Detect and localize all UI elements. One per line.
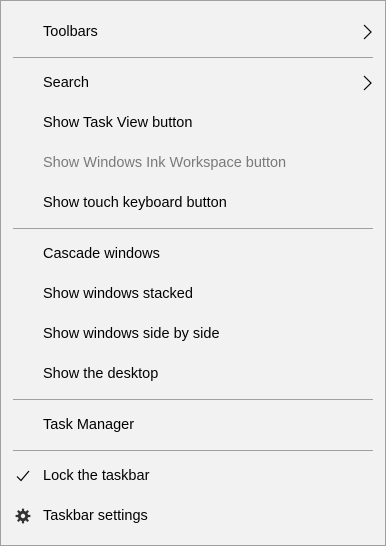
menu-item-show-desktop[interactable]: Show the desktop	[1, 354, 385, 394]
menu-item-show-touch-keyboard[interactable]: Show touch keyboard button	[1, 183, 385, 223]
chevron-right-icon	[361, 75, 373, 91]
menu-item-label: Lock the taskbar	[43, 468, 150, 484]
menu-item-lock-taskbar[interactable]: Lock the taskbar	[1, 456, 385, 496]
menu-separator	[13, 57, 373, 58]
menu-item-label: Search	[43, 75, 89, 91]
checkmark-icon	[15, 468, 31, 484]
menu-item-label: Show Windows Ink Workspace button	[43, 155, 287, 171]
menu-item-show-task-view[interactable]: Show Task View button	[1, 103, 385, 143]
menu-separator	[13, 399, 373, 400]
menu-item-label: Cascade windows	[43, 246, 160, 262]
menu-item-label: Show windows side by side	[43, 326, 220, 342]
menu-item-toolbars[interactable]: Toolbars	[1, 12, 385, 52]
menu-item-label: Show touch keyboard button	[43, 195, 227, 211]
menu-item-task-manager[interactable]: Task Manager	[1, 405, 385, 445]
menu-separator	[13, 450, 373, 451]
menu-item-show-ink-workspace: Show Windows Ink Workspace button	[1, 143, 385, 183]
menu-item-label: Task Manager	[43, 417, 135, 433]
menu-item-cascade-windows[interactable]: Cascade windows	[1, 234, 385, 274]
menu-separator	[13, 228, 373, 229]
menu-item-label: Toolbars	[43, 24, 98, 40]
menu-item-show-windows-side-by-side[interactable]: Show windows side by side	[1, 314, 385, 354]
menu-item-label: Taskbar settings	[43, 508, 148, 524]
chevron-right-icon	[361, 24, 373, 40]
menu-item-search[interactable]: Search	[1, 63, 385, 103]
menu-item-show-windows-stacked[interactable]: Show windows stacked	[1, 274, 385, 314]
menu-item-label: Show the desktop	[43, 366, 159, 382]
taskbar-context-menu: Toolbars Search Show Task View button Sh…	[0, 0, 386, 546]
menu-item-label: Show windows stacked	[43, 286, 193, 302]
menu-item-label: Show Task View button	[43, 115, 193, 131]
menu-item-taskbar-settings[interactable]: Taskbar settings	[1, 496, 385, 536]
gear-icon	[15, 508, 31, 524]
